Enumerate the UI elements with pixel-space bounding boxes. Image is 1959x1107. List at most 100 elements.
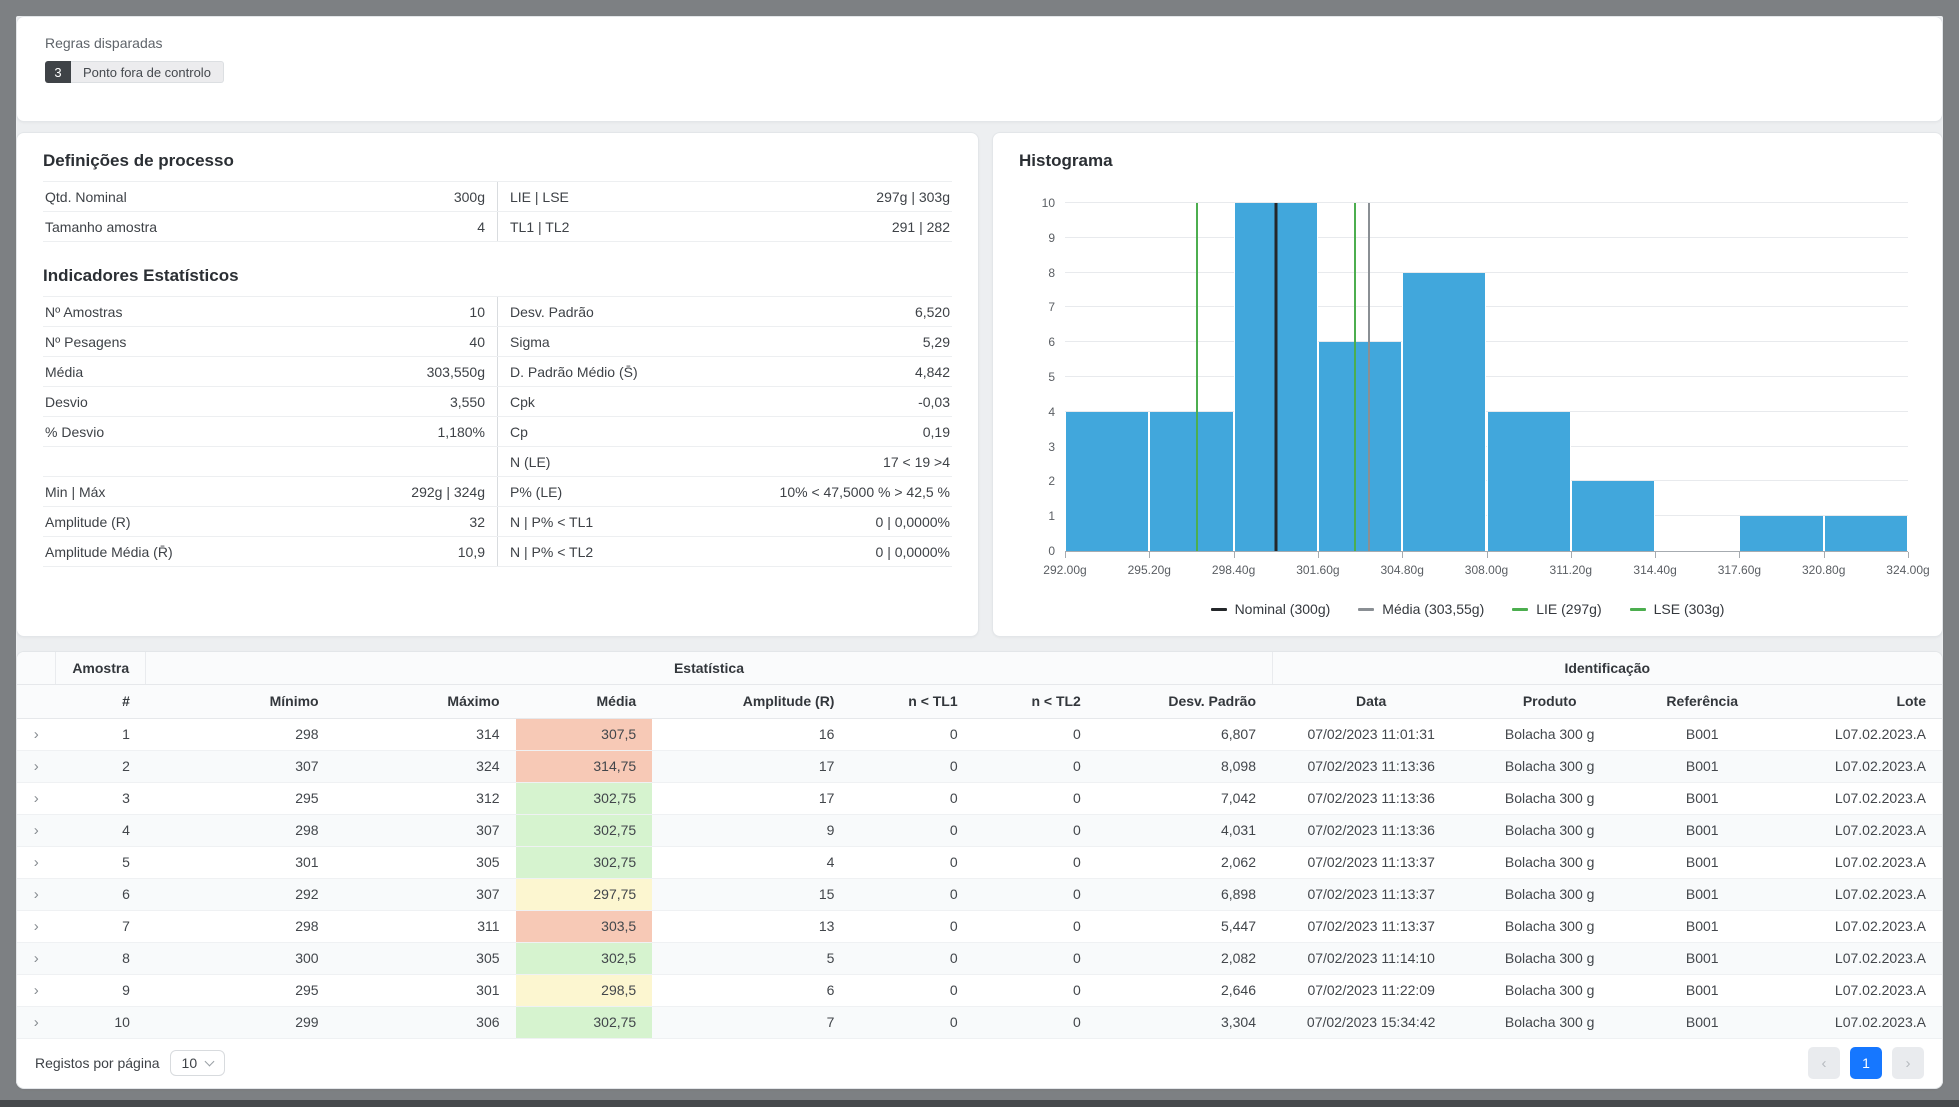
cell-data: 07/02/2023 11:22:09 xyxy=(1272,974,1471,1007)
cell-num: 10 xyxy=(55,1006,146,1039)
stat-value: 300g xyxy=(453,188,485,205)
triggered-rule[interactable]: 3 Ponto fora de controlo xyxy=(45,61,224,83)
x-axis-tick xyxy=(1570,552,1572,558)
stat-row: Média 303,550g D. Padrão Médio (S̄) 4,842 xyxy=(43,357,952,387)
refline-nominal-300g xyxy=(1274,203,1278,551)
group-header: Amostra xyxy=(55,652,147,685)
legend-item: LSE (303g) xyxy=(1629,601,1724,617)
cell-ntl2: 0 xyxy=(973,750,1097,783)
stat-value: 17 < 19 >4 xyxy=(883,453,950,470)
histogram-bar xyxy=(1486,411,1571,551)
cell-media: 298,5 xyxy=(515,974,653,1007)
cell-amplitude: 15 xyxy=(652,878,851,911)
process-definitions-title: Definições de processo xyxy=(43,151,234,170)
cell-produto: Bolacha 300 g xyxy=(1470,846,1630,879)
cell-lote: L07.02.2023.A xyxy=(1775,878,1942,911)
chart-gridline xyxy=(1065,376,1908,377)
cell-ntl1: 0 xyxy=(850,1006,974,1039)
column-header: Referência xyxy=(1629,684,1776,719)
cell-ref: B001 xyxy=(1629,910,1776,943)
stat-label: TL1 | TL2 xyxy=(510,218,570,235)
page-size-select[interactable]: 10 xyxy=(169,1050,226,1077)
cell-num: 5 xyxy=(55,846,146,879)
stat-value: 3,550 xyxy=(449,393,485,410)
prev-page-button[interactable]: ‹ xyxy=(1808,1047,1840,1080)
cell-produto: Bolacha 300 g xyxy=(1470,878,1630,911)
histogram-title: Histograma xyxy=(1019,151,1113,170)
cell-amplitude: 13 xyxy=(652,910,851,943)
group-header: Estatística xyxy=(145,652,1273,685)
cell-lote: L07.02.2023.A xyxy=(1775,1006,1942,1039)
cell-min: 307 xyxy=(145,750,335,783)
cell-media: 302,75 xyxy=(515,846,653,879)
legend-marker-icon xyxy=(1358,607,1375,611)
expand-row-icon[interactable]: › xyxy=(34,759,39,774)
cell-ntl1: 0 xyxy=(850,974,974,1007)
cell-max: 307 xyxy=(334,814,516,847)
cell-data: 07/02/2023 11:13:36 xyxy=(1272,750,1471,783)
table-footer: Registos por página 10 ‹ 1 › xyxy=(17,1039,1942,1089)
expand-row-icon[interactable]: › xyxy=(34,887,39,902)
cell-lote: L07.02.2023.A xyxy=(1775,846,1942,879)
histogram-bar xyxy=(1402,272,1487,551)
expand-row-icon[interactable]: › xyxy=(34,791,39,806)
table-row: › 2 307 324 314,75 17 0 0 8,098 07/02/2023 11:13:… xyxy=(17,750,1942,783)
stat-row: Nº Amostras 10 Desv. Padrão 6,520 xyxy=(43,297,952,327)
x-axis-tick xyxy=(1233,552,1235,558)
cell-media: 314,75 xyxy=(515,750,653,783)
cell-ntl2: 0 xyxy=(973,782,1097,815)
column-header: n < TL1 xyxy=(850,684,974,719)
statistical-indicators-table: Nº Amostras 10 Desv. Padrão 6,520 Nº Pesagen… xyxy=(43,296,952,567)
rule-label-chip: Ponto fora de controlo xyxy=(71,61,224,83)
per-page-control: Registos por página 10 xyxy=(35,1050,226,1077)
cell-ntl2: 0 xyxy=(973,974,1097,1007)
expand-row-icon[interactable]: › xyxy=(34,727,39,742)
cell-desv: 6,807 xyxy=(1096,718,1273,751)
triggered-rules-title: Regras disparadas xyxy=(45,35,163,51)
cell-num: 3 xyxy=(55,782,146,815)
cell-desv: 2,082 xyxy=(1096,942,1273,975)
cell-desv: 5,447 xyxy=(1096,910,1273,943)
expand-row-icon[interactable]: › xyxy=(34,855,39,870)
expand-row-icon[interactable]: › xyxy=(34,951,39,966)
cell-max: 311 xyxy=(334,910,516,943)
cell-amplitude: 5 xyxy=(652,942,851,975)
expand-row-icon[interactable]: › xyxy=(34,919,39,934)
cell-data: 07/02/2023 11:13:37 xyxy=(1272,878,1471,911)
statistical-indicators-title: Indicadores Estatísticos xyxy=(43,266,239,285)
x-axis-label: 317.60g xyxy=(1717,563,1762,577)
x-axis-label: 320.80g xyxy=(1801,563,1846,577)
x-axis-tick xyxy=(1149,552,1151,558)
chart-gridline xyxy=(1065,341,1908,343)
stat-label: Desv. Padrão xyxy=(510,303,594,320)
cell-media: 302,75 xyxy=(515,1006,653,1039)
cell-data: 07/02/2023 11:13:37 xyxy=(1272,846,1471,879)
page-button-current[interactable]: 1 xyxy=(1850,1047,1882,1080)
expand-row-icon[interactable]: › xyxy=(34,1015,39,1030)
cell-max: 307 xyxy=(334,878,516,911)
expander-column-header xyxy=(17,684,56,719)
stat-row: Min | Máx 292g | 324g P% (LE) 10% < 47,5000… xyxy=(43,477,952,507)
cell-desv: 3,304 xyxy=(1096,1006,1273,1039)
plot-area: 0 1 2 3 4 5 6 7 8 9 10 292.00g 295.20g 298.40g 301.60g… xyxy=(1042,196,1930,577)
triggered-rules-card: Regras disparadas 3 Ponto fora de contro… xyxy=(16,16,1943,122)
stat-value: 5,29 xyxy=(922,333,950,350)
cell-amplitude: 6 xyxy=(652,974,851,1007)
y-axis-label: 3 xyxy=(1048,439,1055,454)
expand-row-icon[interactable]: › xyxy=(34,823,39,838)
cell-desv: 7,042 xyxy=(1096,782,1273,815)
column-header: Data xyxy=(1272,684,1471,719)
refline-lie-297g xyxy=(1195,203,1198,551)
cell-data: 07/02/2023 15:34:42 xyxy=(1272,1006,1471,1039)
next-page-button[interactable]: › xyxy=(1892,1047,1924,1080)
cell-ref: B001 xyxy=(1629,718,1776,751)
table-row: › 7 298 311 303,5 13 0 0 5,447 07/02/2023 11:13:3… xyxy=(17,910,1942,943)
y-axis-label: 5 xyxy=(1048,370,1055,384)
cell-produto: Bolacha 300 g xyxy=(1470,814,1630,847)
table-row: › 6 292 307 297,75 15 0 0 6,898 07/02/2023 11:13:… xyxy=(17,878,1942,911)
cell-max: 305 xyxy=(334,846,516,879)
expand-row-icon[interactable]: › xyxy=(34,983,39,998)
x-axis-tick xyxy=(1486,552,1488,558)
stat-row: % Desvio 1,180% Cp 0,19 xyxy=(43,417,952,447)
cell-data: 07/02/2023 11:13:36 xyxy=(1272,814,1471,847)
